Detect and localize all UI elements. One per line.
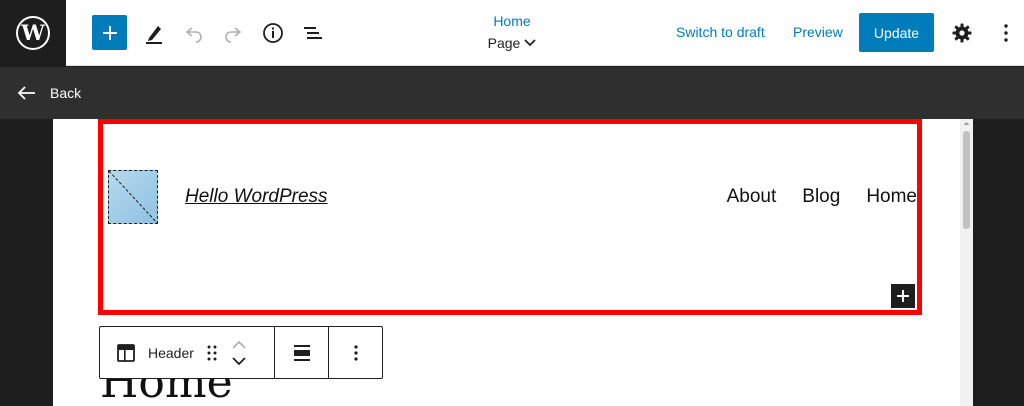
header-block[interactable]: Hello WordPress About Blog Home (98, 119, 922, 315)
list-view-button[interactable] (299, 19, 327, 47)
add-block-button[interactable] (92, 15, 127, 50)
block-name-label: Header (148, 344, 194, 361)
align-full-width-icon (293, 344, 310, 361)
preview-button[interactable]: Preview (793, 22, 843, 42)
more-vertical-icon (1004, 24, 1008, 42)
document-type-label: Page (487, 35, 521, 51)
redo-button[interactable] (220, 20, 246, 46)
nav-item-blog[interactable]: Blog (802, 186, 840, 208)
settings-button[interactable] (949, 20, 975, 46)
site-title[interactable]: Hello WordPress (185, 186, 328, 208)
chevron-down-icon (524, 39, 536, 47)
pencil-icon (146, 26, 162, 44)
block-options-button[interactable] (353, 327, 358, 378)
navigation: About Blog Home (727, 186, 917, 208)
nav-item-about[interactable]: About (727, 186, 777, 208)
drag-handle-icon (207, 345, 217, 360)
block-parent-group: Header (100, 327, 275, 378)
details-button[interactable] (259, 19, 287, 47)
back-label: Back (50, 85, 82, 101)
info-icon (263, 23, 283, 43)
more-vertical-icon (353, 344, 358, 361)
wordpress-logo-button[interactable]: W (0, 0, 66, 66)
document-title[interactable]: Home (412, 12, 612, 30)
svg-text:W: W (20, 20, 45, 45)
scroll-up-arrow-icon (963, 122, 970, 125)
undo-icon (185, 27, 202, 43)
nav-item-home[interactable]: Home (866, 186, 917, 208)
plus-icon (102, 25, 117, 40)
options-button[interactable] (994, 20, 1018, 46)
block-toolbar: Header (99, 326, 383, 379)
back-button[interactable]: Back (18, 85, 81, 101)
drag-handle[interactable] (206, 327, 218, 378)
arrow-left-icon (18, 86, 35, 100)
move-down-icon[interactable] (232, 356, 246, 366)
scrollbar-thumb[interactable] (963, 131, 970, 229)
align-button[interactable] (293, 327, 311, 378)
update-button[interactable]: Update (859, 13, 934, 52)
block-movers (232, 340, 246, 366)
more-options-group (329, 327, 382, 378)
block-type-button[interactable]: Header (116, 327, 194, 378)
redo-icon (225, 27, 242, 43)
tools-button[interactable] (140, 18, 168, 48)
move-up-icon[interactable] (232, 340, 246, 349)
editor-header: W Home Page Switch to draft Preview Upda… (0, 0, 1024, 66)
document-type-dropdown[interactable]: Page (488, 33, 537, 53)
plus-icon (897, 290, 909, 302)
list-view-icon (304, 27, 322, 39)
placeholder-diagonal-icon (109, 171, 157, 223)
gear-icon (952, 23, 972, 43)
template-back-bar: Back (0, 67, 1024, 119)
site-logo-placeholder[interactable] (108, 170, 158, 224)
alignment-group (275, 327, 329, 378)
switch-to-draft-button[interactable]: Switch to draft (676, 22, 765, 42)
undo-button[interactable] (181, 20, 207, 46)
template-part-icon (117, 343, 135, 362)
wordpress-icon: W (16, 16, 50, 50)
canvas-scrollbar[interactable] (960, 119, 973, 406)
document-title-area[interactable]: Home Page (412, 12, 612, 53)
add-block-appender-button[interactable] (891, 284, 915, 308)
